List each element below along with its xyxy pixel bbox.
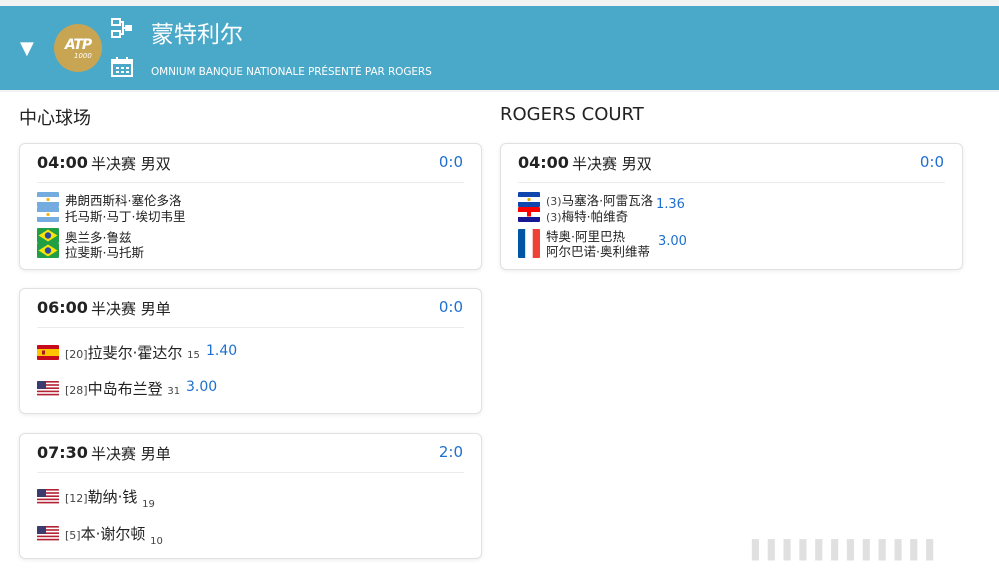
match-header: 07:30 半决赛 男单 2:0 — [20, 434, 481, 472]
player-seed: [5] — [65, 529, 81, 542]
match-time: 06:00 — [37, 298, 88, 317]
collapse-chevron-icon[interactable]: ▼ — [20, 40, 34, 58]
match-round: 半决赛 男单 — [91, 300, 171, 318]
player-seed: [12] — [65, 492, 88, 505]
match-card[interactable]: 07:30 半决赛 男单 2:0 [12]勒纳·钱 19 [5]本·谢尔顿 10 — [19, 433, 482, 559]
atp-1000-logo: ATP 1000 — [54, 24, 102, 72]
odds-value[interactable]: 3.00 — [658, 234, 687, 249]
player-name-text: 中岛布兰登 — [87, 380, 163, 398]
divider — [37, 472, 464, 473]
player-name[interactable]: 拉斐斯·马托斯 — [65, 242, 144, 261]
match-round: 半决赛 男单 — [91, 445, 171, 463]
match-score[interactable]: 2:0 — [439, 443, 463, 461]
match-header: 06:00 半决赛 男单 0:0 — [20, 289, 481, 327]
court-title-rogers: ROGERS COURT — [500, 104, 644, 125]
odds-value[interactable]: 3.00 — [186, 379, 217, 395]
player-name[interactable]: [5]本·谢尔顿 10 — [65, 523, 163, 547]
player-name-text: 本·谢尔顿 — [80, 525, 146, 543]
player-name-text: 梅特·帕维奇 — [561, 209, 629, 224]
odds-value[interactable]: 1.36 — [656, 197, 685, 212]
player-rank: 31 — [167, 386, 181, 397]
usa-flag-icon — [37, 526, 59, 541]
divider — [37, 182, 464, 183]
tournament-header: ▼ ATP 1000 蒙特利尔 OMNIUM BANQUE NATIONALE … — [0, 6, 999, 90]
calendar-icon[interactable] — [111, 57, 133, 77]
brazil-flag-icon — [37, 243, 59, 258]
match-round: 半决赛 男双 — [572, 155, 652, 173]
divider — [518, 182, 945, 183]
player-name-text: 拉斐尔·霍达尔 — [87, 344, 183, 362]
match-card[interactable]: 06:00 半决赛 男单 0:0 [20]拉斐尔·霍达尔 15 1.40 [28… — [19, 288, 482, 414]
player-name[interactable]: [12]勒纳·钱 19 — [65, 486, 155, 510]
match-time: 04:00 — [518, 153, 569, 172]
argentina-flag-icon — [37, 207, 59, 222]
odds-value[interactable]: 1.40 — [206, 343, 237, 359]
player-name[interactable]: [28]中岛布兰登 31 — [65, 378, 180, 399]
el-salvador-flag-icon — [518, 192, 540, 207]
france-flag-icon — [518, 229, 540, 258]
match-score[interactable]: 0:0 — [439, 153, 463, 171]
watermark: ▌▌▌▌▌▌▌▌▌▌▌▌ — [752, 540, 943, 561]
match-round: 半决赛 男双 — [91, 155, 171, 173]
player-name[interactable]: (3)梅特·帕维奇 — [546, 206, 628, 225]
match-card[interactable]: 04:00 半决赛 男双 0:0 (3)马塞洛·阿雷瓦洛 (3)梅特·帕维奇 1… — [500, 143, 963, 270]
logo-text: ATP — [64, 37, 92, 53]
argentina-flag-icon — [37, 192, 59, 207]
match-score[interactable]: 0:0 — [920, 153, 944, 171]
player-name[interactable]: 托马斯·马丁·埃切韦里 — [65, 206, 185, 225]
spain-flag-icon — [37, 345, 59, 360]
player-rank: 15 — [187, 350, 200, 361]
tournament-title[interactable]: 蒙特利尔 — [151, 20, 243, 50]
player-rank: 19 — [142, 499, 155, 510]
tournament-subtitle: OMNIUM BANQUE NATIONALE PRÉSENTÉ PAR ROG… — [151, 66, 432, 78]
match-header: 04:00 半决赛 男双 0:0 — [20, 144, 481, 182]
player-seed: [28] — [65, 384, 88, 397]
player-name-text: 勒纳·钱 — [87, 488, 138, 506]
croatia-flag-icon — [518, 207, 540, 222]
divider — [37, 327, 464, 328]
usa-flag-icon — [37, 381, 59, 396]
match-time: 07:30 — [37, 443, 88, 462]
player-seed: [20] — [65, 348, 88, 361]
player-rank: 10 — [150, 536, 163, 547]
match-score[interactable]: 0:0 — [439, 298, 463, 316]
match-card[interactable]: 04:00 半决赛 男双 0:0 弗朗西斯科·塞伦多洛 托马斯·马丁·埃切韦里 … — [19, 143, 482, 270]
match-header: 04:00 半决赛 男双 0:0 — [501, 144, 962, 182]
court-title-center: 中心球场 — [19, 108, 91, 129]
match-time: 04:00 — [37, 153, 88, 172]
player-seed: (3) — [546, 211, 562, 224]
player-name[interactable]: [20]拉斐尔·霍达尔 15 — [65, 342, 200, 363]
logo-sub: 1000 — [74, 52, 92, 60]
player-name[interactable]: 阿尔巴诺·奥利维蒂 — [546, 241, 650, 260]
usa-flag-icon — [37, 489, 59, 504]
brazil-flag-icon — [37, 228, 59, 243]
draw-bracket-icon[interactable] — [111, 18, 133, 38]
